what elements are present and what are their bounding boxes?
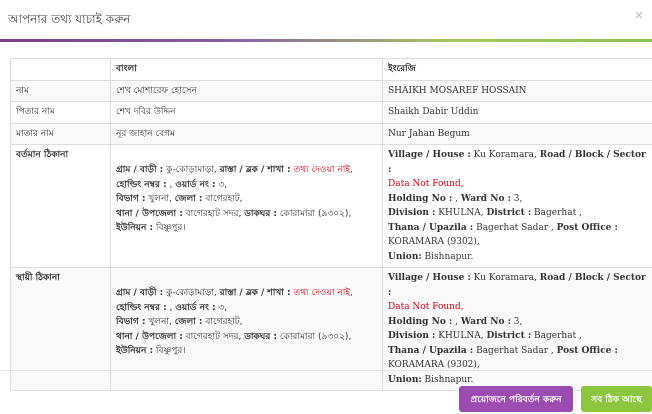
permanent-address-english: Village / House : Ku Koramara, Road / Bl… xyxy=(382,267,652,391)
modal-title: আপনার তথ্য যাচাই করুন xyxy=(8,12,131,26)
mother-english: Nur Jahan Begum xyxy=(382,122,652,145)
header-divider xyxy=(0,39,652,42)
row-label-mother: মাতার নাম xyxy=(10,122,111,145)
change-if-needed-button[interactable]: প্রয়োজনে পরিবর্তন করুন xyxy=(459,386,573,412)
mother-bangla: নূর জাহান বেগম xyxy=(110,122,383,145)
modal-header: আপনার তথ্য যাচাই করুন × xyxy=(0,0,652,42)
info-table: বাংলা ইংরেজি নাম শেখ মোশারেফ হোসেন SHAIK… xyxy=(10,58,652,391)
header-bangla: বাংলা xyxy=(110,58,383,81)
present-address-bangla: গ্রাম / বাড়ী : কু-কোড়ামাড়া, রাস্তা / … xyxy=(110,144,383,268)
close-icon[interactable]: × xyxy=(634,8,644,22)
table-row-name: নাম শেখ মোশারেফ হোসেন SHAIKH MOSAREF HOS… xyxy=(10,79,652,102)
all-correct-button[interactable]: সব ঠিক আছে xyxy=(581,386,652,412)
permanent-address-bangla: গ্রাম / বাড়ী : কু-কোড়ামাড়া, রাস্তা / … xyxy=(110,267,383,391)
name-bangla: শেখ মোশারেফ হোসেন xyxy=(110,79,383,102)
father-bangla: শেখ দবির উদ্দিন xyxy=(110,101,383,124)
header-english: ইংরেজি xyxy=(382,58,652,81)
table-row-father: পিতার নাম শেখ দবির উদ্দিন Shaikh Dabir U… xyxy=(10,101,652,124)
row-label-name: নাম xyxy=(10,79,111,102)
table-row-present-address: বর্তমান ঠিকানা গ্রাম / বাড়ী : কু-কোড়াম… xyxy=(10,144,652,268)
info-table-container: বাংলা ইংরেজি নাম শেখ মোশারেফ হোসেন SHAIK… xyxy=(10,58,652,391)
row-label-permanent-address: স্থায়ী ঠিকানা xyxy=(10,267,111,391)
table-row-permanent-address: স্থায়ী ঠিকানা গ্রাম / বাড়ী : কু-কোড়াম… xyxy=(10,267,652,391)
table-header-row: বাংলা ইংরেজি xyxy=(10,58,652,81)
name-english: SHAIKH MOSAREF HOSSAIN xyxy=(382,79,652,102)
footer-divider xyxy=(0,370,652,371)
present-address-english: Village / House : Ku Koramara, Road / Bl… xyxy=(382,144,652,268)
row-label-present-address: বর্তমান ঠিকানা xyxy=(10,144,111,268)
table-row-mother: মাতার নাম নূর জাহান বেগম Nur Jahan Begum xyxy=(10,122,652,145)
row-label-father: পিতার নাম xyxy=(10,101,111,124)
father-english: Shaikh Dabir Uddin xyxy=(382,101,652,124)
header-empty xyxy=(10,58,111,81)
